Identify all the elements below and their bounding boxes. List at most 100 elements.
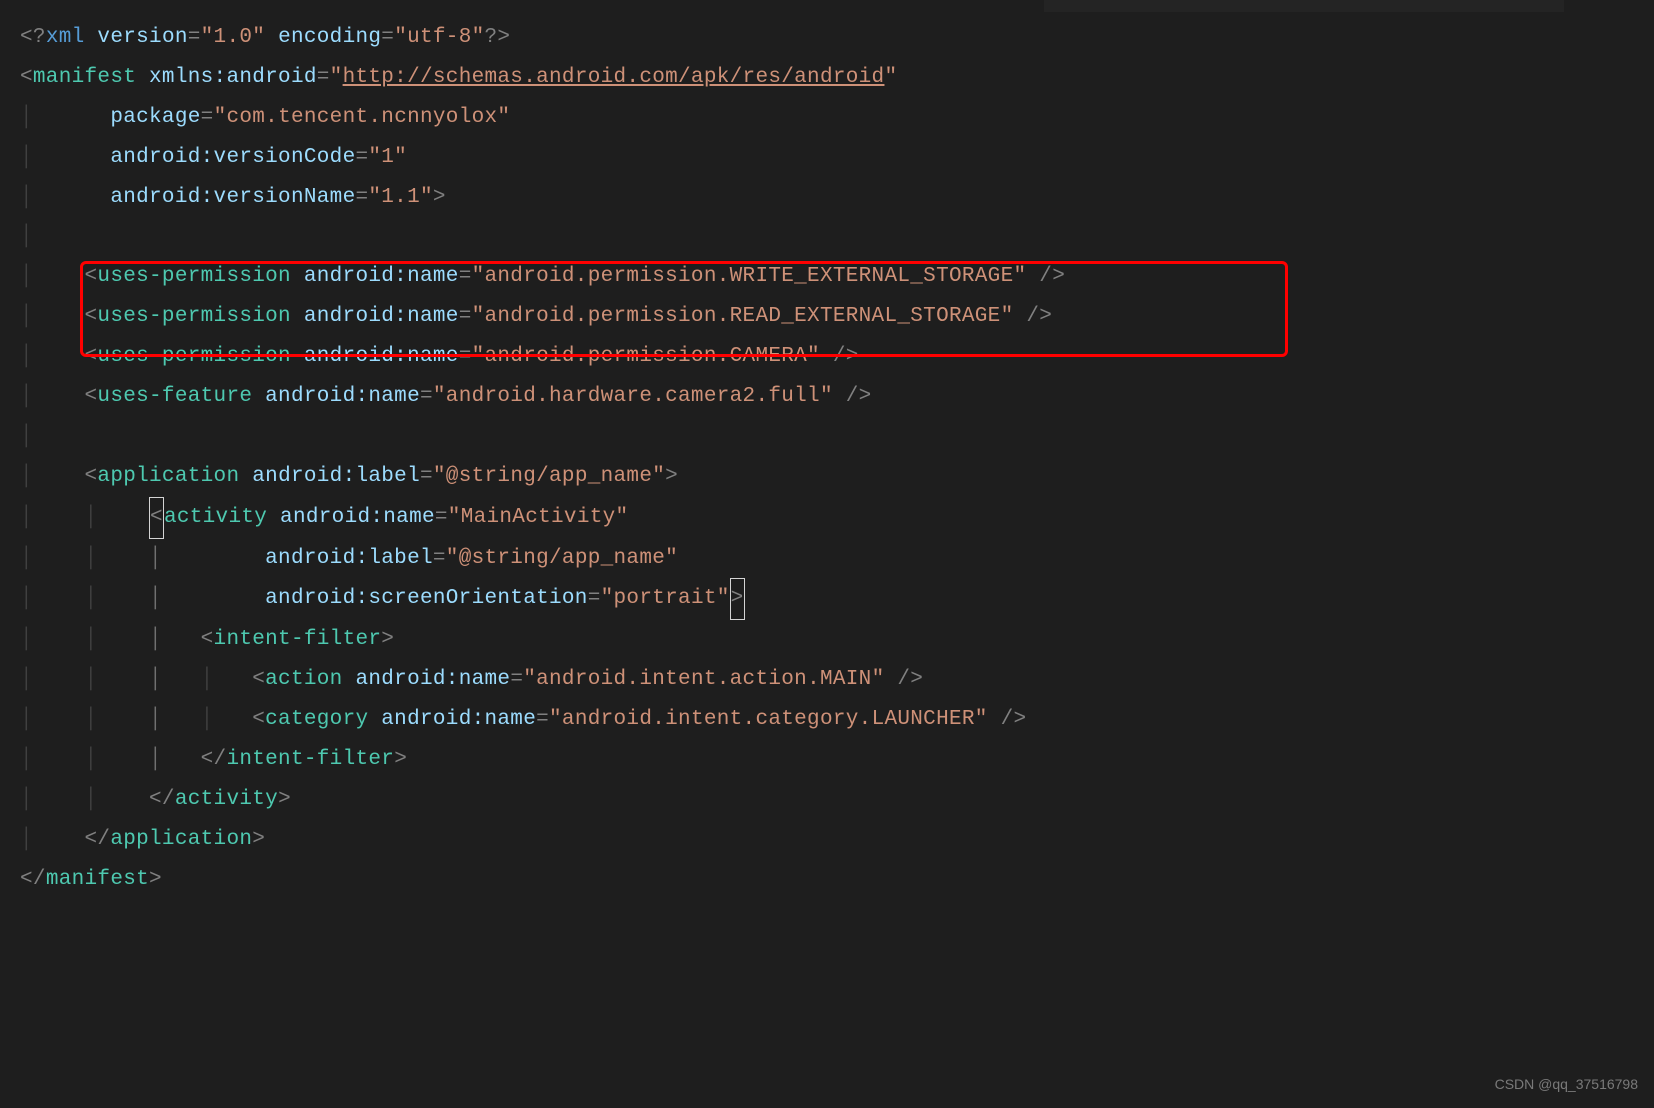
angle-open: < — [85, 465, 98, 488]
equals: = — [420, 385, 433, 408]
code-line[interactable]: │ android:versionName="1.1"> — [20, 178, 1654, 218]
self-close: /> — [1026, 265, 1065, 288]
angle-close: > — [278, 788, 291, 811]
self-close: /> — [988, 708, 1027, 731]
attr-value: "android.hardware.camera2.full" — [433, 385, 833, 408]
attr-name: android:label — [265, 547, 433, 570]
namespace-url-link[interactable]: http://schemas.android.com/apk/res/andro… — [343, 66, 885, 89]
indent-guide: │ — [20, 828, 85, 851]
attr-name: xmlns:android — [136, 66, 317, 89]
code-line[interactable]: │ </application> — [20, 820, 1654, 860]
code-line[interactable]: <?xml version="1.0" encoding="utf-8"?> — [20, 18, 1654, 58]
indent-guide: │ │ — [20, 788, 149, 811]
code-line[interactable]: │ │ │ android:label="@string/app_name" — [20, 539, 1654, 579]
attr-value: "android.intent.category.LAUNCHER" — [549, 708, 988, 731]
angle-open: < — [20, 66, 33, 89]
attr-name: android:versionCode — [110, 146, 355, 169]
cursor: < — [149, 497, 164, 539]
self-close: /> — [884, 668, 923, 691]
indent-guide-active: │ — [149, 628, 201, 651]
code-line[interactable]: │ │ │ │ <action android:name="android.in… — [20, 660, 1654, 700]
equals: = — [433, 547, 446, 570]
equals: = — [459, 265, 472, 288]
attr-name: android:label — [239, 465, 420, 488]
indent-guide-active: │ — [149, 708, 201, 731]
attr-name: version — [85, 26, 188, 49]
indent-guide: │ — [20, 305, 85, 328]
tag-name: activity — [164, 506, 267, 529]
attr-value: "android.permission.READ_EXTERNAL_STORAG… — [472, 305, 1014, 328]
attr-name: android:name — [252, 385, 420, 408]
code-line[interactable]: │ │ <activity android:name="MainActivity… — [20, 497, 1654, 539]
code-line[interactable]: │ │ │ android:screenOrientation="portrai… — [20, 578, 1654, 620]
attr-value: "1.0" — [201, 26, 266, 49]
code-editor[interactable]: <?xml version="1.0" encoding="utf-8"?> <… — [0, 18, 1654, 900]
code-line[interactable]: </manifest> — [20, 860, 1654, 900]
code-line[interactable]: │ android:versionCode="1" — [20, 138, 1654, 178]
equals: = — [201, 106, 214, 129]
indent-guide: │ │ — [20, 547, 149, 570]
angle-open: < — [85, 385, 98, 408]
attr-value: "utf-8" — [394, 26, 484, 49]
angle-open: </ — [149, 788, 175, 811]
indent-guide: │ — [201, 708, 253, 731]
code-line[interactable]: │ │ │ │ <category android:name="android.… — [20, 700, 1654, 740]
tag-name: manifest — [46, 868, 149, 891]
equals: = — [317, 66, 330, 89]
attr-value: "portrait" — [601, 587, 730, 610]
tag-name: uses-permission — [97, 305, 291, 328]
code-line[interactable]: │ <uses-feature android:name="android.ha… — [20, 377, 1654, 417]
attr-name: package — [110, 106, 200, 129]
equals: = — [510, 668, 523, 691]
angle-close: > — [149, 868, 162, 891]
equals: = — [188, 26, 201, 49]
indent-guide: │ │ — [20, 628, 149, 651]
code-line[interactable]: │ │ </activity> — [20, 780, 1654, 820]
code-line[interactable]: │ — [20, 217, 1654, 257]
code-line[interactable]: │ <uses-permission android:name="android… — [20, 257, 1654, 297]
equals: = — [355, 186, 368, 209]
code-line[interactable]: <manifest xmlns:android="http://schemas.… — [20, 58, 1654, 98]
angle-open: < — [85, 345, 98, 368]
code-line[interactable]: │ │ │ <intent-filter> — [20, 620, 1654, 660]
attr-value: "1" — [368, 146, 407, 169]
attr-value: "@string/app_name" — [446, 547, 678, 570]
angle-close: > — [381, 628, 394, 651]
xml-pi-name: xml — [46, 26, 85, 49]
code-line[interactable]: │ <uses-permission android:name="android… — [20, 337, 1654, 377]
code-line[interactable]: │ <application android:label="@string/ap… — [20, 457, 1654, 497]
angle-close: > — [665, 465, 678, 488]
xml-pi-open: <? — [20, 26, 46, 49]
attr-value: "MainActivity" — [448, 506, 629, 529]
indent-guide: │ — [20, 465, 85, 488]
angle-open: < — [252, 668, 265, 691]
attr-value: "@string/app_name" — [433, 465, 665, 488]
indent-guide: │ — [20, 265, 85, 288]
equals: = — [459, 345, 472, 368]
code-line[interactable]: │ │ │ </intent-filter> — [20, 740, 1654, 780]
angle-open: < — [85, 265, 98, 288]
angle-open: </ — [20, 868, 46, 891]
code-line[interactable]: │ <uses-permission android:name="android… — [20, 297, 1654, 337]
indent-guide: │ │ — [20, 668, 149, 691]
angle-open: </ — [201, 748, 227, 771]
angle-open: < — [252, 708, 265, 731]
angle-open: < — [85, 305, 98, 328]
indent-guide: │ — [20, 225, 33, 248]
attr-value: "android.intent.action.MAIN" — [523, 668, 884, 691]
indent-guide: │ — [201, 668, 253, 691]
tag-name: activity — [175, 788, 278, 811]
equals: = — [420, 465, 433, 488]
indent-guide: │ │ — [20, 748, 149, 771]
code-line[interactable]: │ — [20, 417, 1654, 457]
angle-open: < — [201, 628, 214, 651]
code-line[interactable]: │ package="com.tencent.ncnnyolox" — [20, 98, 1654, 138]
angle-close: > — [252, 828, 265, 851]
equals: = — [459, 305, 472, 328]
angle-open: </ — [85, 828, 111, 851]
indent-guide-active: │ — [149, 748, 201, 771]
attr-name: android:name — [267, 506, 435, 529]
equals: = — [355, 146, 368, 169]
indent-guide: │ — [20, 385, 85, 408]
equals: = — [381, 26, 394, 49]
